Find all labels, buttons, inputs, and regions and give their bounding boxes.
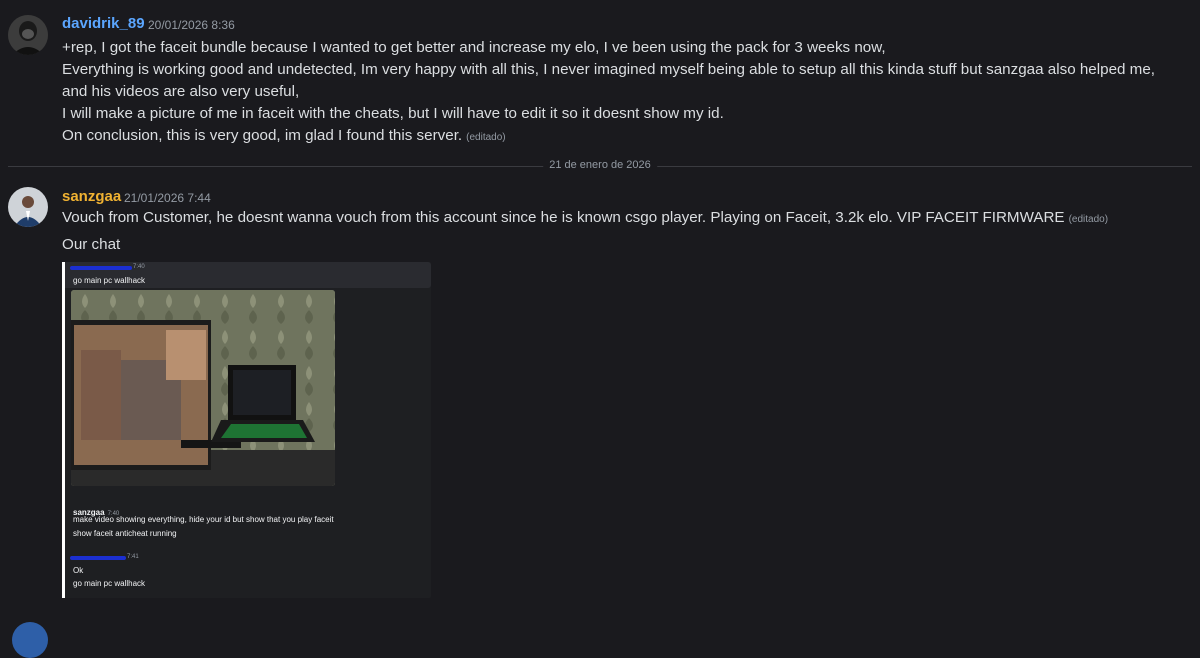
message-content: Vouch from Customer, he doesnt wanna vou…	[62, 207, 1182, 256]
username[interactable]: sanzgaa	[62, 188, 121, 205]
message-line: On conclusion, this is very good, im gla…	[62, 127, 506, 144]
embed-accent-bar	[62, 262, 65, 598]
embedded-message: go main pc wallhack	[73, 276, 146, 285]
embedded-photo[interactable]	[71, 290, 335, 486]
embedded-message: make video showing everything, hide your…	[73, 515, 334, 524]
message-line: Everything is working good and undetecte…	[62, 61, 1156, 100]
redacted-name	[70, 266, 132, 270]
username[interactable]: davidrik_89	[62, 15, 145, 32]
date-divider: 21 de enero de 2026	[543, 159, 657, 171]
embedded-message: Ok	[73, 566, 84, 575]
embedded-timestamp: 7:41	[127, 554, 139, 560]
message-line: +rep, I got the faceit bundle because I …	[62, 39, 886, 56]
avatar[interactable]	[12, 622, 48, 658]
embedded-timestamp: 7:40	[133, 264, 145, 270]
timestamp: 20/01/2026 8:36	[148, 18, 235, 32]
embedded-message: show faceit anticheat running	[73, 529, 177, 538]
avatar[interactable]	[8, 187, 48, 227]
message-content: +rep, I got the faceit bundle because I …	[62, 37, 1182, 149]
edited-label: (editado)	[466, 132, 506, 143]
embedded-message: go main pc wallhack	[73, 579, 146, 588]
redacted-name	[70, 556, 126, 560]
avatar[interactable]	[8, 15, 48, 55]
timestamp: 21/01/2026 7:44	[124, 191, 211, 205]
message-line: Vouch from Customer, he doesnt wanna vou…	[62, 209, 1109, 226]
message-line: I will make a picture of me in faceit wi…	[62, 105, 724, 122]
message-line: Our chat	[62, 236, 121, 253]
edited-label: (editado)	[1068, 214, 1109, 225]
